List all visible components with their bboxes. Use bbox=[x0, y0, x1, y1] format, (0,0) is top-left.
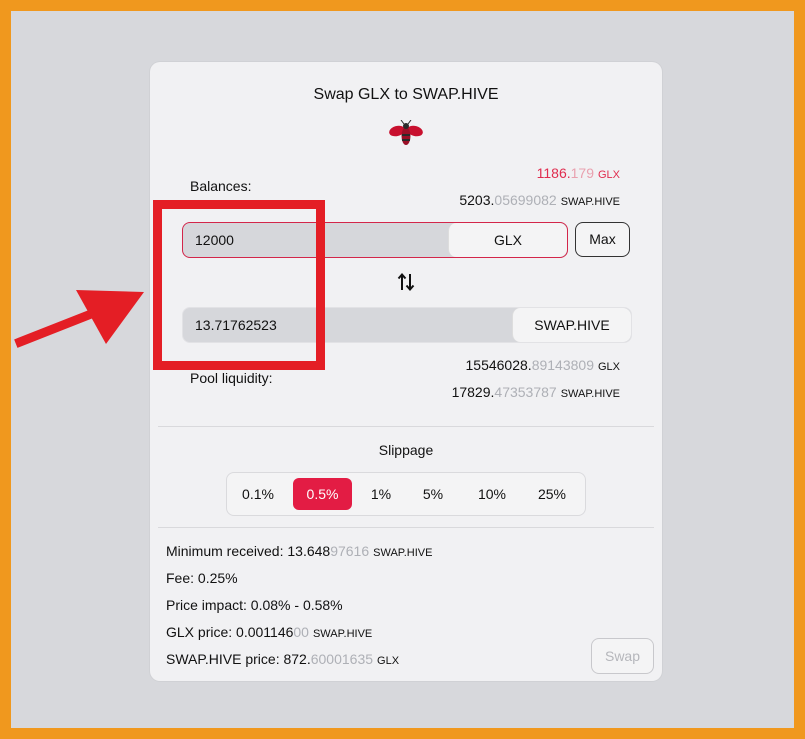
slippage-option[interactable]: 5% bbox=[413, 478, 453, 510]
bee-logo-icon bbox=[389, 120, 423, 145]
glx-price-unit: SWAP.HIVE bbox=[312, 628, 373, 640]
glx-price-frac: 00 bbox=[293, 624, 309, 640]
swaphive-price-whole: 872. bbox=[283, 651, 311, 667]
pool-glx: 15546028.89143809 GLX bbox=[466, 357, 621, 373]
slippage-option-selected[interactable]: 0.5% bbox=[293, 478, 352, 510]
minimum-received-whole: 13.648 bbox=[287, 543, 331, 559]
glx-price-label: GLX price: bbox=[166, 624, 237, 640]
minimum-received: Minimum received: 13.64897616 SWAP.HIVE bbox=[166, 543, 432, 559]
slippage-option[interactable]: 10% bbox=[469, 478, 515, 510]
glx-balance-frac: 179 bbox=[570, 165, 594, 181]
input-token-selector[interactable]: GLX bbox=[448, 223, 567, 257]
fee-text: Fee: 0.25% bbox=[166, 570, 238, 586]
minimum-received-frac: 97616 bbox=[330, 543, 370, 559]
swaphive-price-label: SWAP.HIVE price: bbox=[166, 651, 284, 667]
swaphive-balance-whole: 5203. bbox=[459, 192, 495, 208]
swap-modal: Swap GLX to SWAP.HIVE Balances: 1186.179… bbox=[150, 62, 662, 681]
pool-swaphive-frac: 47353787 bbox=[494, 384, 557, 400]
pool-glx-frac: 89143809 bbox=[531, 357, 594, 373]
swap-button[interactable]: Swap bbox=[591, 638, 654, 674]
glx-balance-whole: 1186. bbox=[536, 165, 571, 181]
slippage-option[interactable]: 25% bbox=[529, 478, 575, 510]
modal-title: Swap GLX to SWAP.HIVE bbox=[313, 86, 499, 103]
swaphive-price-unit: GLX bbox=[377, 655, 400, 667]
glx-price: GLX price: 0.00114600 SWAP.HIVE bbox=[166, 624, 372, 640]
slippage-option[interactable]: 1% bbox=[361, 478, 401, 510]
pool-swaphive-whole: 17829. bbox=[451, 384, 495, 400]
swaphive-balance-unit: SWAP.HIVE bbox=[560, 196, 620, 208]
swaphive-price: SWAP.HIVE price: 872.60001635 GLX bbox=[166, 651, 399, 667]
balances-label: Balances: bbox=[190, 178, 252, 194]
pool-glx-unit: GLX bbox=[597, 361, 620, 373]
slippage-title: Slippage bbox=[378, 442, 434, 458]
pool-glx-whole: 15546028. bbox=[465, 357, 532, 373]
divider bbox=[158, 426, 654, 427]
pool-swaphive-unit: SWAP.HIVE bbox=[560, 388, 620, 400]
pool-swaphive: 17829.47353787 SWAP.HIVE bbox=[452, 384, 620, 400]
annotation-arrow-icon bbox=[14, 290, 144, 348]
glx-price-whole: 0.001146 bbox=[236, 624, 294, 640]
price-impact-text: Price impact: 0.08% - 0.58% bbox=[166, 597, 343, 613]
swaphive-balance: 5203.05699082 SWAP.HIVE bbox=[459, 192, 620, 208]
slippage-option[interactable]: 0.1% bbox=[235, 478, 281, 510]
divider bbox=[158, 527, 654, 528]
output-token-selector[interactable]: SWAP.HIVE bbox=[512, 308, 631, 342]
minimum-received-unit: SWAP.HIVE bbox=[373, 547, 433, 559]
pool-liquidity-label: Pool liquidity: bbox=[190, 370, 273, 386]
max-button[interactable]: Max bbox=[575, 222, 630, 257]
annotation-highlight-box bbox=[153, 200, 325, 370]
slippage-selector: 0.1% 0.5% 1% 5% 10% 25% bbox=[226, 472, 586, 516]
swap-direction-icon[interactable] bbox=[397, 272, 415, 292]
swaphive-balance-frac: 05699082 bbox=[494, 192, 557, 208]
minimum-received-label: Minimum received: bbox=[166, 543, 288, 559]
glx-balance: 1186.179 GLX bbox=[537, 165, 620, 181]
swaphive-price-frac: 60001635 bbox=[310, 651, 374, 667]
glx-balance-unit: GLX bbox=[597, 169, 620, 181]
